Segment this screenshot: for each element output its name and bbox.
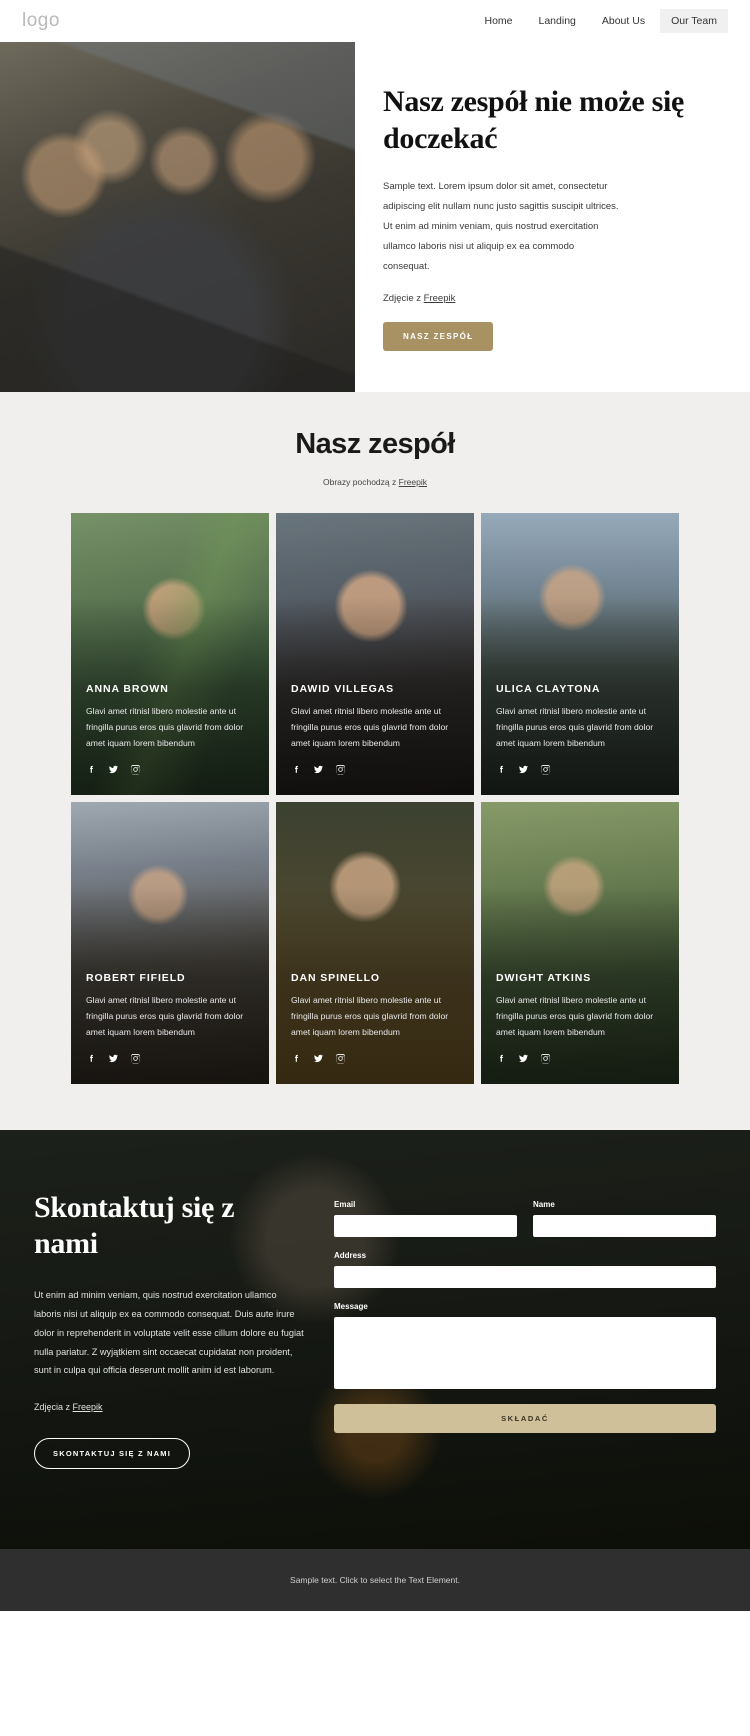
team-subtitle-prefix: Obrazy pochodzą z [323, 477, 399, 487]
hero-photo-overlay [0, 42, 355, 392]
email-label: Email [334, 1200, 356, 1209]
hero-credit-link[interactable]: Freepik [424, 293, 456, 304]
main-navigation: Home Landing About Us Our Team [473, 9, 728, 33]
email-input[interactable] [334, 1215, 517, 1237]
facebook-icon[interactable] [86, 1053, 97, 1064]
contact-credit-prefix: Zdjęcia z [34, 1402, 73, 1413]
team-member-name: DAWID VILLEGAS [291, 683, 395, 696]
hero-body-text: Sample text. Lorem ipsum dolor sit amet,… [383, 181, 619, 272]
team-card[interactable]: DAWID VILLEGAS Glavi amet ritnisl libero… [276, 513, 474, 795]
team-card-info: DAWID VILLEGAS Glavi amet ritnisl libero… [291, 683, 462, 775]
twitter-icon[interactable] [518, 1053, 529, 1064]
social-links [86, 764, 257, 775]
contact-section: Skontaktuj się z nami Ut enim ad minim v… [0, 1130, 750, 1550]
team-member-description: Glavi amet ritnisl libero molestie ante … [496, 706, 654, 749]
form-row-email-name: Email Name [334, 1200, 716, 1237]
twitter-icon[interactable] [313, 764, 324, 775]
hero-cta-button[interactable]: NASZ ZESPÓŁ [383, 321, 494, 351]
facebook-icon[interactable] [496, 764, 507, 775]
team-member-description: Glavi amet ritnisl libero molestie ante … [496, 995, 654, 1038]
team-section-title: Nasz zespół [295, 428, 455, 460]
team-grid: ANNA BROWN Glavi amet ritnisl libero mol… [0, 513, 750, 1084]
contact-body-text: Ut enim ad minim veniam, quis nostrud ex… [34, 1290, 304, 1376]
contact-credit-link[interactable]: Freepik [73, 1402, 103, 1412]
email-field-group: Email [334, 1200, 517, 1237]
facebook-icon[interactable] [86, 764, 97, 775]
nav-item-home[interactable]: Home [473, 9, 523, 33]
team-member-description: Glavi amet ritnisl libero molestie ante … [291, 995, 449, 1038]
address-input[interactable] [334, 1266, 716, 1288]
team-member-name: ANNA BROWN [86, 683, 169, 696]
twitter-icon[interactable] [518, 764, 529, 775]
team-member-name: ULICA CLAYTONA [496, 683, 601, 696]
instagram-icon[interactable] [130, 764, 141, 775]
team-section: Nasz zespół Obrazy pochodzą z Freepik AN… [0, 392, 750, 1130]
team-card[interactable]: DAN SPINELLO Glavi amet ritnisl libero m… [276, 802, 474, 1084]
site-footer: Sample text. Click to select the Text El… [0, 1549, 750, 1612]
contact-form: Email Name Address Message SKŁADAĆ [334, 1190, 716, 1469]
facebook-icon[interactable] [291, 764, 302, 775]
message-field-group: Message [334, 1302, 716, 1394]
address-field-group: Address [334, 1251, 716, 1288]
hero-credit: Zdjęcie z Freepik [383, 293, 710, 304]
social-links [86, 1053, 257, 1064]
contact-content: Skontaktuj się z nami Ut enim ad minim v… [0, 1190, 750, 1470]
team-member-name: DAN SPINELLO [291, 972, 380, 985]
hero-credit-prefix: Zdjęcie z [383, 292, 424, 304]
hero-title: Nasz zespół nie może się doczekać [383, 85, 685, 155]
contact-title: Skontaktuj się z nami [34, 1191, 235, 1260]
team-subtitle-link[interactable]: Freepik [399, 477, 427, 487]
nav-item-landing[interactable]: Landing [528, 9, 587, 33]
message-label: Message [334, 1302, 368, 1311]
team-card-info: ANNA BROWN Glavi amet ritnisl libero mol… [86, 683, 257, 775]
logo[interactable]: logo [22, 10, 60, 32]
team-card[interactable]: ROBERT FIFIELD Glavi amet ritnisl libero… [71, 802, 269, 1084]
name-input[interactable] [533, 1215, 716, 1237]
contact-left-column: Skontaktuj się z nami Ut enim ad minim v… [34, 1190, 304, 1470]
contact-cta-button[interactable]: SKONTAKTUJ SIĘ Z NAMI [34, 1438, 190, 1470]
facebook-icon[interactable] [291, 1053, 302, 1064]
nav-item-about-us[interactable]: About Us [591, 9, 656, 33]
twitter-icon[interactable] [108, 764, 119, 775]
twitter-icon[interactable] [108, 1053, 119, 1064]
team-card[interactable]: DWIGHT ATKINS Glavi amet ritnisl libero … [481, 802, 679, 1084]
team-card[interactable]: ANNA BROWN Glavi amet ritnisl libero mol… [71, 513, 269, 795]
team-card-info: DWIGHT ATKINS Glavi amet ritnisl libero … [496, 972, 667, 1064]
team-section-subtitle: Obrazy pochodzą z Freepik [0, 477, 750, 487]
social-links [291, 1053, 462, 1064]
team-member-description: Glavi amet ritnisl libero molestie ante … [291, 706, 449, 749]
instagram-icon[interactable] [335, 1053, 346, 1064]
team-member-description: Glavi amet ritnisl libero molestie ante … [86, 995, 244, 1038]
footer-text: Sample text. Click to select the Text El… [290, 1575, 460, 1586]
team-card-info: ULICA CLAYTONA Glavi amet ritnisl libero… [496, 683, 667, 775]
social-links [496, 1053, 667, 1064]
social-links [291, 764, 462, 775]
hero-image [0, 42, 355, 392]
instagram-icon[interactable] [335, 764, 346, 775]
site-header: logo Home Landing About Us Our Team [0, 0, 750, 42]
facebook-icon[interactable] [496, 1053, 507, 1064]
contact-credit: Zdjęcia z Freepik [34, 1402, 304, 1412]
nav-item-our-team[interactable]: Our Team [660, 9, 728, 33]
team-card-info: ROBERT FIFIELD Glavi amet ritnisl libero… [86, 972, 257, 1064]
team-card[interactable]: ULICA CLAYTONA Glavi amet ritnisl libero… [481, 513, 679, 795]
instagram-icon[interactable] [130, 1053, 141, 1064]
page-root: logo Home Landing About Us Our Team Nasz… [0, 0, 750, 1612]
instagram-icon[interactable] [540, 1053, 551, 1064]
name-label: Name [533, 1200, 555, 1209]
team-member-name: ROBERT FIFIELD [86, 972, 186, 985]
address-label: Address [334, 1251, 367, 1260]
hero-content: Nasz zespół nie może się doczekać Sample… [355, 42, 750, 392]
hero-section: Nasz zespół nie może się doczekać Sample… [0, 42, 750, 392]
team-member-description: Glavi amet ritnisl libero molestie ante … [86, 706, 244, 749]
team-member-name: DWIGHT ATKINS [496, 972, 592, 985]
team-card-info: DAN SPINELLO Glavi amet ritnisl libero m… [291, 972, 462, 1064]
instagram-icon[interactable] [540, 764, 551, 775]
social-links [496, 764, 667, 775]
submit-button[interactable]: SKŁADAĆ [334, 1404, 716, 1433]
message-textarea[interactable] [334, 1317, 716, 1389]
name-field-group: Name [533, 1200, 716, 1237]
twitter-icon[interactable] [313, 1053, 324, 1064]
